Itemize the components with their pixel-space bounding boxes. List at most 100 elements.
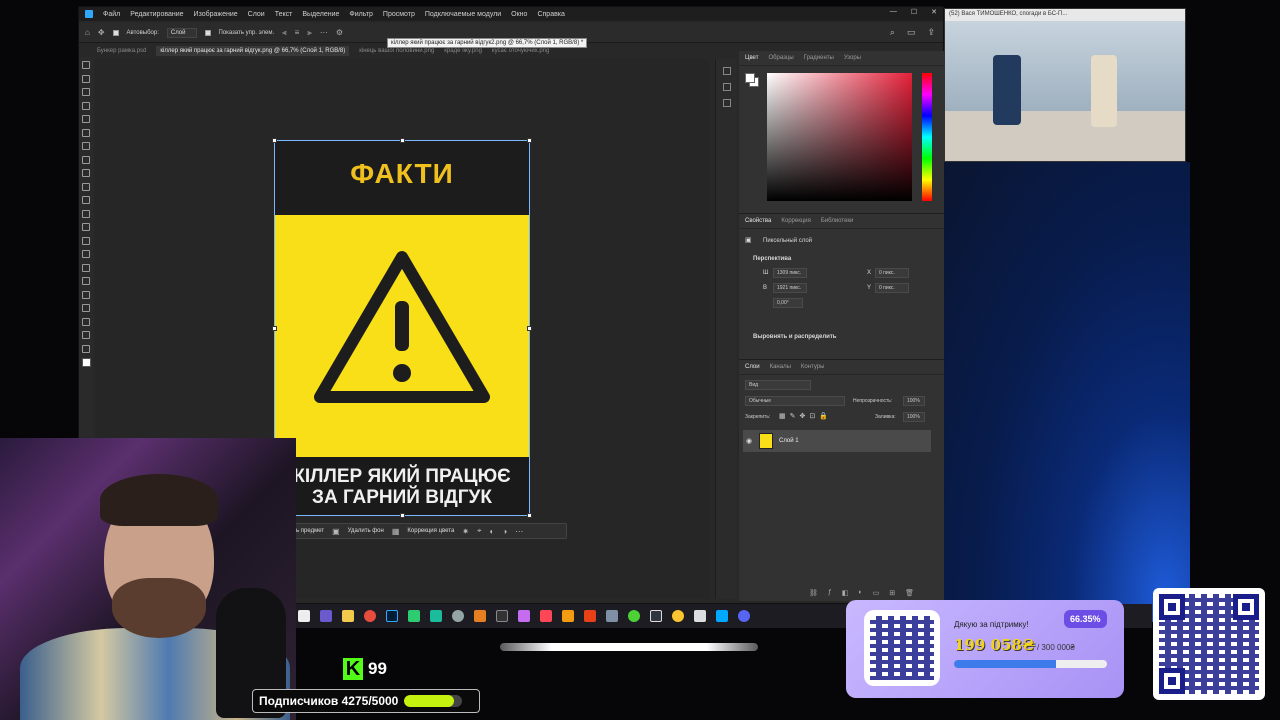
adjust-icon[interactable]: ◐ [490,527,495,536]
select-subject-button[interactable]: ь предмет [296,528,324,534]
actions-icon[interactable] [722,99,731,107]
hand-tool-icon[interactable] [82,317,90,326]
app-icon[interactable] [672,610,684,622]
blend-mode-dropdown[interactable]: Обычные [745,396,845,406]
stamp-tool-icon[interactable] [82,182,90,191]
eyedropper-tool-icon[interactable] [82,142,90,150]
minimize-icon[interactable]: — [890,8,897,16]
dodge-tool-icon[interactable] [82,250,90,258]
path-select-icon[interactable] [82,290,90,299]
chrome-icon[interactable] [364,610,376,622]
align-right-icon[interactable]: ⫸ [307,28,312,38]
app-icon[interactable] [650,610,662,622]
fg-bg-swatches[interactable] [745,73,759,87]
tab-layers[interactable]: Слои [745,364,760,370]
blur-tool-icon[interactable] [82,236,90,245]
show-controls-checkbox[interactable] [204,29,211,36]
photoshop-taskbar-icon[interactable] [386,610,398,622]
healing-brush-icon[interactable] [82,155,90,164]
shape-tool-icon[interactable] [82,304,90,312]
eraser-tool-icon[interactable] [82,209,90,218]
eye-icon[interactable]: ◉ [746,437,752,445]
angle-field[interactable]: 0,00° [773,298,803,308]
menu-edit[interactable]: Редактирование [130,11,183,18]
app-icon[interactable] [606,610,618,622]
gradient-tool-icon[interactable] [82,223,90,231]
hue-slider[interactable] [922,73,932,201]
brush-tool-icon[interactable] [82,169,90,177]
align-section[interactable]: Выровнять и распределить [753,334,837,340]
foreground-color-swatch[interactable] [81,358,91,367]
object-select-tool-icon[interactable] [82,101,90,110]
tab-bites-others[interactable]: кусає оточуючих.png [492,48,549,54]
tab-adjustments[interactable]: Коррекция [781,218,811,224]
layer-name[interactable]: Слой 1 [779,438,799,444]
marquee-tool-icon[interactable] [82,74,90,83]
menu-type[interactable]: Текст [275,11,293,18]
height-field[interactable]: 1921 пикс. [773,283,807,293]
distribute-icon[interactable]: ⋯ [320,28,328,37]
menu-view[interactable]: Просмотр [383,11,415,18]
explorer-icon[interactable] [298,610,310,622]
menu-window[interactable]: Окно [511,11,527,18]
trash-icon[interactable]: 🗑 [905,589,914,597]
history-icon[interactable] [722,83,731,91]
y-field[interactable]: 0 пикс. [875,283,909,293]
color-correction-button[interactable]: Коррекция цвета [407,528,454,534]
layer-row[interactable]: ◉ Слой 1 [743,430,931,452]
menu-select[interactable]: Выделение [302,11,339,18]
new-layer-icon[interactable]: ⊞ [889,589,895,597]
app-icon[interactable] [408,610,420,622]
menu-layers[interactable]: Слои [248,11,265,18]
app-icon[interactable] [694,610,706,622]
crop-tool-icon[interactable] [82,115,90,123]
mask-icon[interactable]: ◧ [842,589,849,597]
app-icon[interactable] [716,610,728,622]
folder-icon[interactable] [342,610,354,622]
menu-filter[interactable]: Фильтр [349,11,373,18]
tab-libraries[interactable]: Библиотеки [821,218,854,224]
menu-image[interactable]: Изображение [194,11,238,18]
app-icon[interactable] [562,610,574,622]
lock-icons[interactable]: ▦✎✥⊡🔒 [779,412,832,420]
foreground-swatch[interactable] [745,73,755,83]
tab-paths[interactable]: Контуры [801,364,825,370]
fx-icon[interactable]: ƒ [828,589,832,597]
tab-swatches[interactable]: Образцы [768,55,793,61]
color-picker-field[interactable] [767,73,912,201]
adjustment-icon[interactable]: ◐ [858,589,862,597]
align-left-icon[interactable]: ⫷ [282,28,287,38]
app-icon[interactable] [452,610,464,622]
perspective-section[interactable]: Перспектива [753,256,791,262]
app-icon[interactable] [584,610,596,622]
autoselect-dropdown[interactable]: Слой [166,27,197,38]
tab-color[interactable]: Цвет [745,55,758,61]
tab-bunker-frame[interactable]: Бункер рамка.psd [97,48,146,54]
width-field[interactable]: 1309 пикс. [773,268,807,278]
zoom-tool-icon[interactable] [82,331,90,339]
mask-icon[interactable]: ◑ [502,527,507,536]
x-field[interactable]: 0 пикс. [875,268,909,278]
remove-background-button[interactable]: Удалить фон [348,528,384,534]
maximize-icon[interactable]: ☐ [911,8,917,16]
workspace-icon[interactable]: ▭ [907,27,916,38]
app-icon[interactable] [474,610,486,622]
settings-icon[interactable]: ⚙ [336,28,343,37]
collapse-icon[interactable] [722,67,731,75]
move-tool-icon[interactable]: ✥ [98,28,105,37]
tab-end-of-half[interactable]: кінець вашої половини.png [359,48,434,54]
home-icon[interactable]: ⌂ [85,28,90,37]
frame-tool-icon[interactable] [82,128,90,137]
tab-killer-poster[interactable]: кіллер який працює за гарний відгук.png … [156,46,350,56]
tab-gradients[interactable]: Градиенты [804,55,834,61]
menu-plugins[interactable]: Подключаемые модули [425,11,501,18]
tab-channels[interactable]: Каналы [770,364,791,370]
align-center-icon[interactable]: ≡ [295,28,300,37]
tab-patterns[interactable]: Узоры [844,55,861,61]
tab-properties[interactable]: Свойства [745,218,771,224]
more-icon[interactable]: ⋯ [515,527,523,536]
menu-help[interactable]: Справка [537,11,564,18]
autoselect-checkbox[interactable] [112,29,119,36]
discord-icon[interactable] [738,610,750,622]
menu-file[interactable]: Файл [103,11,120,18]
